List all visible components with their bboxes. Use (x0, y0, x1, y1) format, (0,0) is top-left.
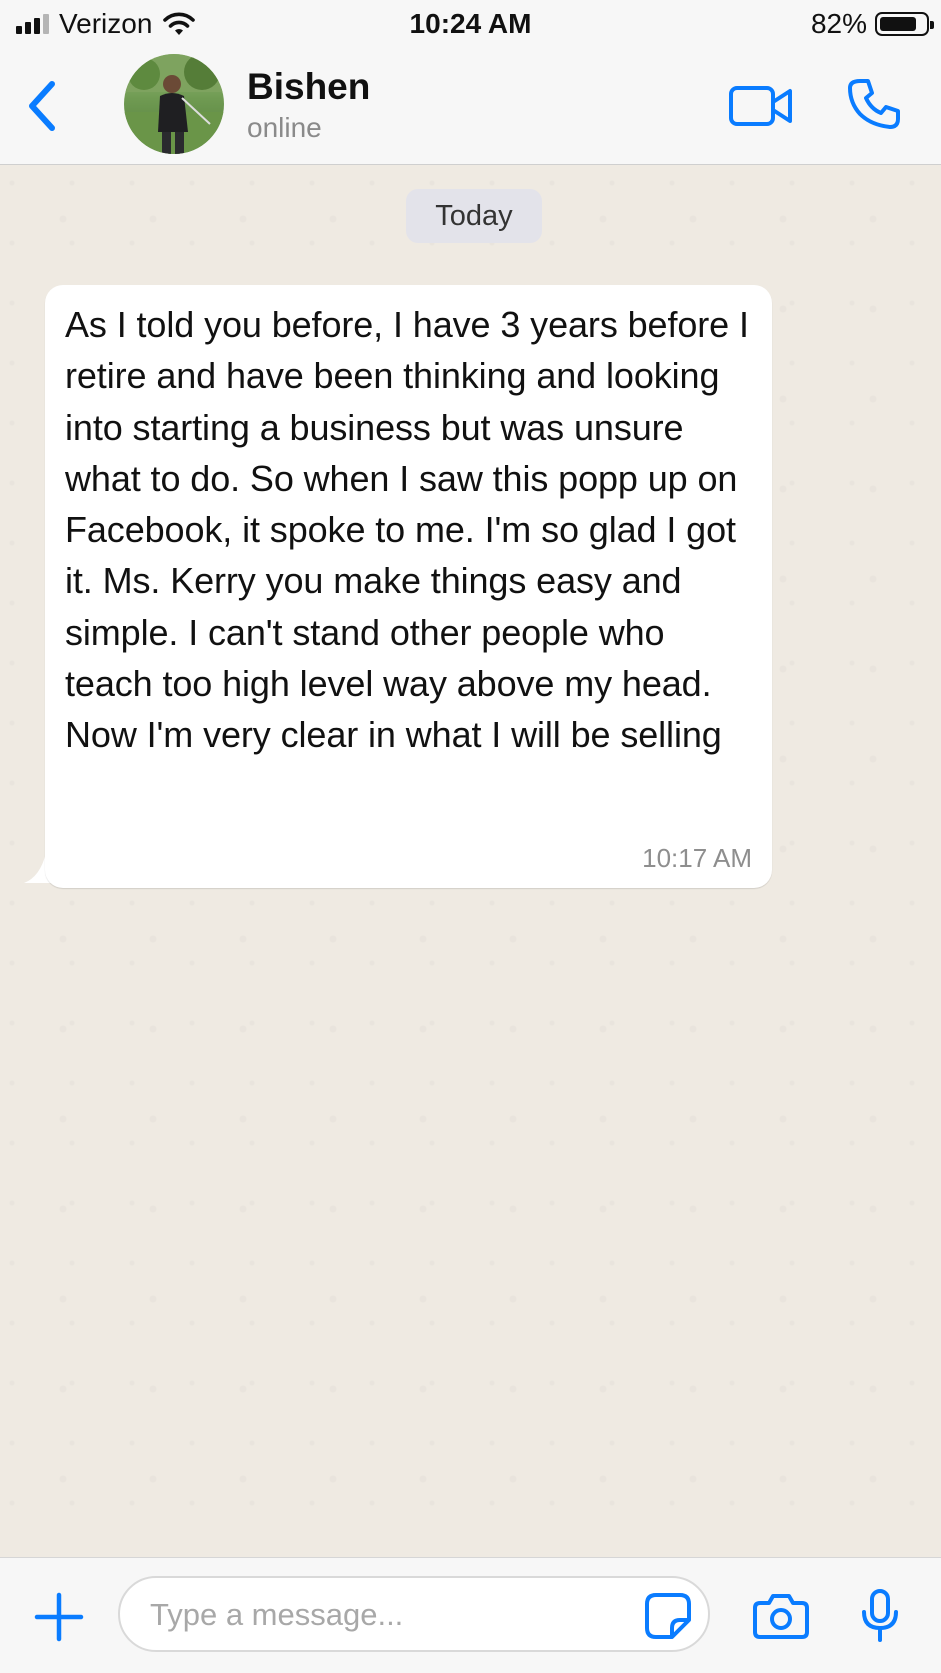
message-input[interactable] (148, 1588, 622, 1642)
contact-status: online (247, 112, 322, 143)
message-time: 10:17 AM (642, 843, 752, 873)
video-call-button[interactable] (728, 82, 794, 130)
contact-name[interactable]: Bishen (247, 66, 370, 108)
back-button[interactable] (22, 76, 62, 136)
status-right: 82% (810, 8, 934, 40)
chat-area[interactable]: Today As I told you before, I have 3 yea… (0, 165, 941, 1557)
chat-header: Bishen online (0, 52, 941, 165)
camera-button[interactable] (752, 1592, 810, 1640)
camera-icon (753, 1594, 809, 1639)
date-separator: Today (406, 189, 542, 243)
attach-button[interactable] (34, 1592, 84, 1642)
input-bar (0, 1557, 941, 1673)
microphone-button[interactable] (858, 1588, 902, 1644)
phone-icon (848, 79, 900, 129)
battery-fill (880, 17, 916, 31)
video-camera-icon (729, 86, 792, 126)
voice-call-button[interactable] (846, 76, 902, 132)
status-bar: Verizon 10:24 AM 82% (0, 0, 941, 52)
sticker-icon (645, 1593, 691, 1639)
message-bubble[interactable]: As I told you before, I have 3 years bef… (45, 285, 772, 888)
sticker-button[interactable] (644, 1592, 692, 1640)
message-text: As I told you before, I have 3 years bef… (65, 304, 749, 756)
status-time: 10:24 AM (409, 8, 532, 39)
microphone-icon (862, 1589, 898, 1642)
message-input-container[interactable] (118, 1576, 710, 1652)
plus-icon (34, 1592, 84, 1642)
chevron-left-icon (29, 81, 55, 131)
avatar[interactable] (124, 54, 224, 154)
avatar-image (124, 54, 224, 154)
battery-icon (875, 12, 934, 36)
battery-percent: 82% (810, 8, 867, 39)
